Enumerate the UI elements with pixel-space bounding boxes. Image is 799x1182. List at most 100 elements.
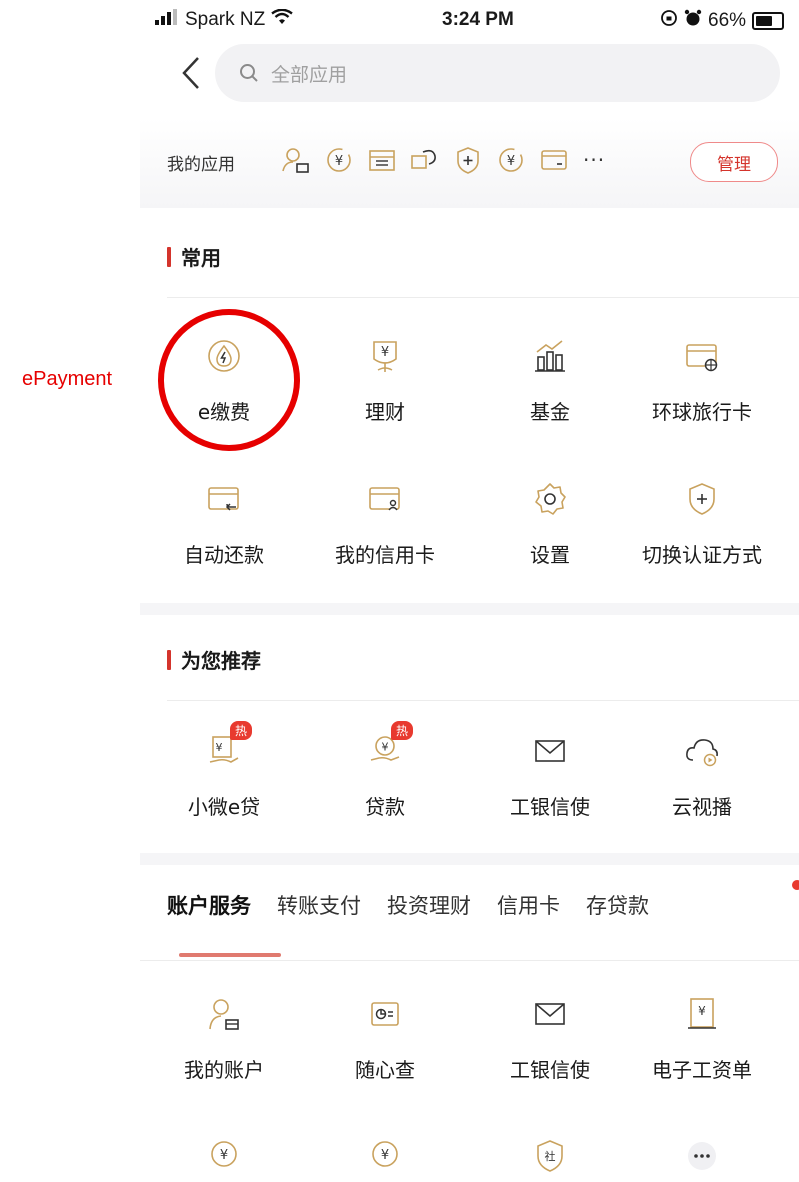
app-settings[interactable]: 设置	[476, 475, 624, 568]
app-auto-repay[interactable]: 自动还款	[150, 475, 298, 568]
card-user-icon	[361, 475, 409, 523]
app-e-payslip[interactable]: ¥ 电子工资单	[628, 990, 776, 1083]
app-label: 随心查	[355, 1058, 415, 1082]
app-label: 贷款	[365, 795, 405, 819]
app-quick-query[interactable]: 随心查	[311, 990, 459, 1083]
search-icon	[235, 59, 263, 87]
divider	[167, 297, 799, 298]
tab-transfer-payment[interactable]: 转账支付	[277, 890, 361, 920]
active-tab-indicator	[179, 953, 281, 957]
svg-text:¥: ¥	[335, 154, 343, 169]
tab-deposit-loan[interactable]: 存贷款	[586, 890, 649, 920]
svg-text:¥: ¥	[220, 1148, 228, 1163]
more-icon	[678, 1132, 726, 1180]
more-apps-indicator: ···	[583, 148, 606, 172]
card-icon	[536, 142, 572, 178]
app-loan[interactable]: ¥ 热 贷款	[311, 721, 459, 820]
shield-plus-icon	[450, 142, 486, 178]
app-label: 电子工资单	[652, 1058, 752, 1082]
status-left: Spark NZ	[155, 8, 293, 31]
battery-icon	[752, 12, 785, 30]
signal-icon	[155, 9, 179, 31]
card-globe-icon	[678, 332, 726, 380]
app-label: 环球旅行卡	[652, 400, 752, 424]
user-card-icon	[200, 990, 248, 1038]
chart-icon	[526, 332, 574, 380]
yuan-refresh-icon: ¥	[321, 142, 357, 178]
rotation-lock-icon	[660, 9, 678, 33]
alarm-icon	[684, 9, 702, 33]
app-item[interactable]: ¥	[311, 1132, 459, 1180]
yuan-cycle-icon: ¥	[493, 142, 529, 178]
mail-icon	[526, 990, 574, 1038]
svg-text:¥: ¥	[381, 1148, 389, 1163]
tab-account-services[interactable]: 账户服务	[167, 890, 251, 920]
svg-text:¥: ¥	[382, 741, 389, 754]
hot-badge: 热	[391, 721, 414, 740]
carrier-name: Spark NZ	[185, 9, 266, 30]
app-my-credit-card[interactable]: 我的信用卡	[311, 475, 459, 568]
category-tabs: 账户服务 转账支付 投资理财 信用卡 存贷款	[167, 890, 649, 920]
calculator-icon	[364, 142, 400, 178]
app-travel-card[interactable]: 环球旅行卡	[628, 332, 776, 425]
app-label: 切换认证方式	[642, 543, 762, 567]
app-icbc-messenger[interactable]: 工银信使	[476, 727, 624, 820]
tab-investment[interactable]: 投资理财	[387, 890, 471, 920]
app-label: 基金	[530, 400, 570, 424]
battery-percent: 66%	[708, 10, 747, 31]
chevron-left-icon	[182, 57, 199, 89]
wifi-icon	[271, 8, 293, 31]
search-input[interactable]: 全部应用	[215, 44, 780, 102]
section-divider-band	[140, 603, 799, 615]
tab-credit-card[interactable]: 信用卡	[497, 890, 560, 920]
app-switch-auth[interactable]: 切换认证方式	[628, 475, 776, 568]
user-card-icon	[278, 142, 314, 178]
my-apps-label: 我的应用	[167, 155, 235, 175]
svg-text:¥: ¥	[698, 1004, 706, 1018]
search-placeholder: 全部应用	[271, 63, 348, 86]
svg-text:¥: ¥	[216, 741, 223, 754]
app-more[interactable]	[628, 1132, 776, 1180]
app-fund[interactable]: 基金	[476, 332, 624, 425]
yuan-plant-icon: ¥	[361, 332, 409, 380]
my-apps-bar: 我的应用 ¥ ¥ ··· 管理	[140, 118, 799, 208]
mail-icon	[526, 727, 574, 775]
app-cloud-broadcast[interactable]: 云视播	[628, 727, 776, 820]
search-card-icon	[361, 990, 409, 1038]
section-divider-band	[140, 853, 799, 865]
notification-dot	[792, 880, 799, 890]
gear-icon	[526, 475, 574, 523]
app-wealth[interactable]: ¥ 理财	[311, 332, 459, 425]
back-button[interactable]	[168, 50, 214, 96]
manage-button[interactable]: 管理	[690, 142, 778, 182]
annotation-circle	[158, 309, 300, 451]
payslip-icon: ¥	[678, 990, 726, 1038]
app-micro-loan[interactable]: ¥ 热 小微e贷	[150, 721, 298, 820]
cloud-play-icon	[678, 727, 726, 775]
app-label: 云视播	[672, 795, 732, 819]
app-item[interactable]: ¥	[150, 1132, 298, 1180]
app-item[interactable]: 社	[476, 1132, 624, 1180]
svg-text:¥: ¥	[507, 154, 515, 169]
status-time: 3:24 PM	[442, 9, 514, 30]
app-label: 我的账户	[184, 1058, 264, 1082]
app-label: 工银信使	[510, 1058, 590, 1082]
coin-icon: ¥	[361, 1132, 409, 1180]
hot-badge: 热	[230, 721, 253, 740]
section-title-common: 常用	[167, 242, 221, 271]
coin-icon: ¥	[200, 1132, 248, 1180]
app-label: 工银信使	[510, 795, 590, 819]
app-label: 我的信用卡	[335, 543, 435, 567]
app-label: 小微e贷	[187, 795, 261, 819]
app-my-account[interactable]: 我的账户	[150, 990, 298, 1083]
my-apps-icons[interactable]: ¥ ¥ ···	[278, 142, 605, 178]
divider	[167, 700, 799, 701]
app-label: 设置	[530, 543, 570, 567]
status-right: 66%	[660, 9, 785, 33]
app-icbc-messenger-2[interactable]: 工银信使	[476, 990, 624, 1083]
exchange-icon	[407, 142, 443, 178]
svg-text:社: 社	[545, 1149, 556, 1163]
annotation-label: ePayment	[22, 368, 113, 390]
divider	[140, 960, 799, 961]
svg-text:¥: ¥	[381, 345, 389, 360]
